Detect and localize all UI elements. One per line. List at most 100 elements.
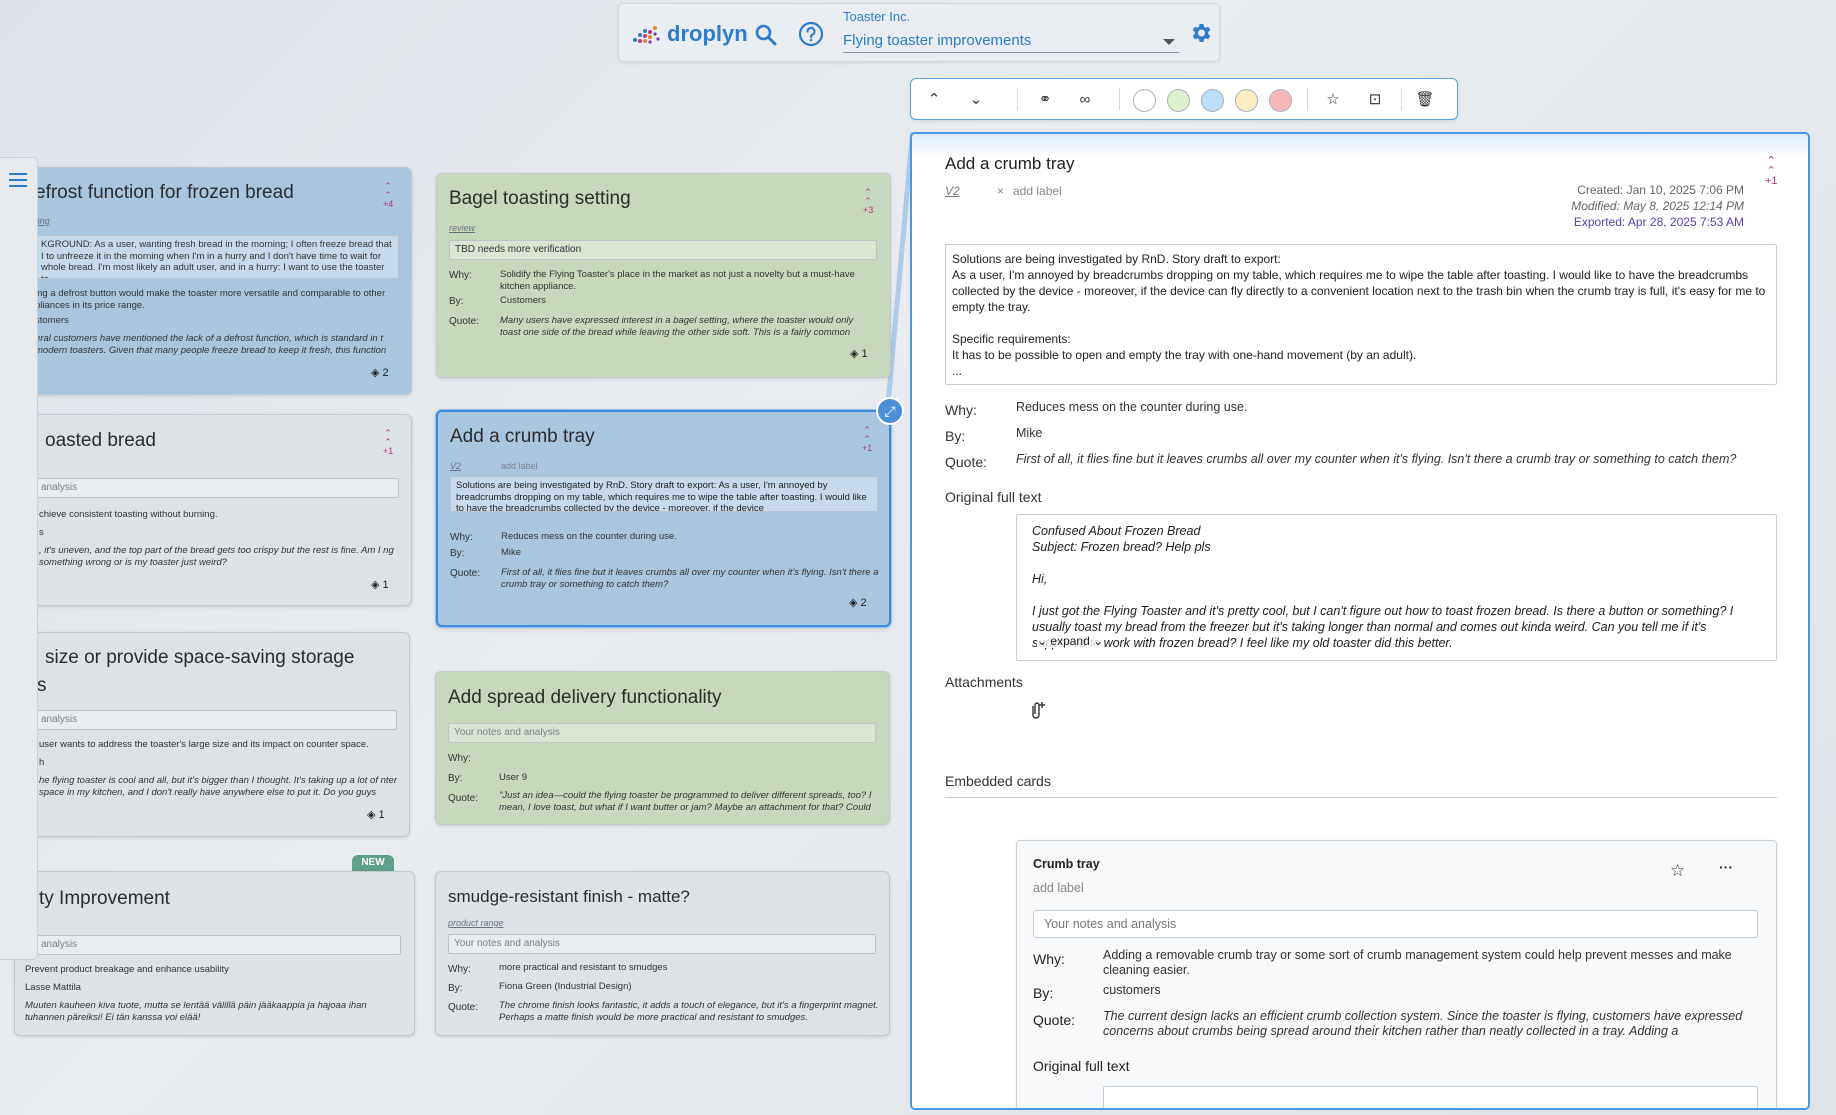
card-by: h (39, 757, 45, 768)
priority-indicator[interactable]: ⌃ ⌃ +1 (1765, 156, 1778, 187)
card-quote: , it's uneven, and the top part of the b… (39, 545, 394, 568)
card-toasted-bread[interactable]: oasted bread ⌃ ⌃ +1 analysis chieve consis… (14, 414, 412, 606)
expand-button[interactable]: ⌄ expand ⌄ (1037, 634, 1104, 648)
move-bottom-icon[interactable]: ⌄ (961, 79, 991, 119)
card-notes[interactable]: analysis (35, 935, 401, 955)
color-swatch-white[interactable] (1133, 89, 1156, 112)
card-label[interactable]: review (449, 223, 475, 233)
card-why: Prevent product breakage and enhance usa… (25, 964, 229, 975)
help-icon[interactable] (798, 21, 824, 47)
card-notes[interactable]: Your notes and analysis (448, 723, 876, 743)
card-label[interactable]: V2 (450, 461, 461, 471)
card-smudge-resistant-finish[interactable]: smudge-resistant finish - matte? product… (435, 871, 890, 1036)
app-name[interactable]: droplyn (667, 21, 748, 47)
card-why: user wants to address the toaster's larg… (39, 739, 369, 750)
card-title: Add a crumb tray (450, 426, 595, 447)
by-value[interactable]: Mike (1016, 426, 1042, 440)
priority-indicator[interactable]: ⌃ ⌃ +1 (862, 426, 872, 453)
add-label-button[interactable]: add label (1033, 881, 1084, 895)
embedded-card[interactable]: Crumb tray add label ☆ ··· Your notes an… (1016, 840, 1777, 1108)
version-label[interactable]: V2 (945, 184, 960, 198)
add-label-button[interactable]: add label (1013, 184, 1062, 198)
card-detail-panel: Add a crumb tray V2 × add label Created:… (910, 132, 1810, 1110)
project-select[interactable]: Flying toaster improvements (843, 29, 1179, 53)
gear-icon[interactable] (1191, 23, 1211, 43)
color-swatch-green[interactable] (1167, 89, 1190, 112)
card-by: Lasse Mattila (25, 982, 81, 993)
by-value[interactable]: customers (1103, 983, 1161, 998)
project-select-value: Flying toaster improvements (843, 32, 1032, 49)
menu-icon[interactable] (9, 173, 27, 187)
card-notes[interactable]: TBD needs more verification (449, 240, 877, 260)
connect-icon[interactable]: ⚭ (1030, 79, 1060, 119)
card-notes[interactable]: Your notes and analysis (448, 934, 876, 954)
stack-count[interactable]: ◈ 1 (371, 578, 389, 591)
search-icon[interactable] (754, 23, 778, 47)
organization-name: Toaster Inc. (843, 9, 911, 24)
layers-icon: ◈ (850, 348, 859, 360)
layers-icon: ◈ (371, 367, 380, 379)
quote-value[interactable]: The current design lacks an efficient cr… (1103, 1009, 1763, 1039)
card-label[interactable]: product range (448, 918, 504, 928)
card-safety-improvement[interactable]: ty Improvement analysis Prevent product … (14, 871, 415, 1036)
more-menu-icon[interactable]: ··· (1719, 859, 1733, 875)
add-label-button[interactable]: add label (501, 461, 538, 471)
why-label: Why: (1033, 951, 1065, 967)
card-notes[interactable]: Solutions are being investigated by RnD.… (450, 476, 878, 512)
priority-indicator[interactable]: ⌃ ⌃ +3 (863, 188, 873, 215)
card-notes[interactable]: analysis (35, 478, 399, 498)
color-swatch-yellow[interactable] (1235, 89, 1258, 112)
card-title: Bagel toasting setting (449, 188, 631, 209)
card-space-saving-storage[interactable]: size or provide space-saving storage s a… (14, 632, 410, 837)
stack-count[interactable]: ◈ 2 (849, 596, 867, 609)
star-icon[interactable]: ☆ (1318, 79, 1348, 119)
archive-icon[interactable]: ⊡ (1360, 79, 1390, 119)
attachments-heading: Attachments (945, 674, 1023, 690)
move-top-icon[interactable]: ⌃ (919, 79, 949, 119)
card-why: ing a defrost button would make the toas… (35, 288, 386, 311)
modified-timestamp: Modified: May 8, 2025 12:14 PM (1571, 199, 1744, 213)
card-defrost-function[interactable]: efrost function for frozen bread ting ⌃ ⌃… (14, 167, 412, 395)
stack-count[interactable]: ◈ 1 (850, 347, 868, 360)
card-toolbar: ⌃ ⌄ ⚭ ∞ ☆ ⊡ 🗑 (910, 78, 1458, 120)
card-spread-delivery[interactable]: Add spread delivery functionality Your n… (435, 671, 890, 825)
priority-indicator[interactable]: ⌃ ⌃ +4 (383, 182, 393, 209)
priority-indicator[interactable]: ⌃ ⌃ +1 (383, 429, 393, 456)
notes-field[interactable]: Solutions are being investigated by RnD.… (945, 244, 1777, 385)
card-notes[interactable]: analysis (35, 710, 397, 730)
why-value[interactable]: Reduces mess on the counter during use. (1016, 400, 1247, 414)
card-by: Fiona Green (Industrial Design) (499, 981, 632, 992)
detail-title[interactable]: Add a crumb tray (945, 154, 1074, 174)
why-label: Why: (449, 270, 472, 281)
remove-label-icon[interactable]: × (997, 184, 1004, 198)
stack-count[interactable]: ◈ 2 (371, 366, 389, 379)
card-why: Solidify the Flying Toaster's place in t… (500, 269, 855, 292)
stack-count[interactable]: ◈ 1 (367, 808, 385, 821)
original-text-box[interactable]: Confused About Frozen Bread Subject: Fro… (1016, 514, 1777, 661)
original-text-box[interactable] (1103, 1086, 1758, 1108)
card-add-crumb-tray[interactable]: Add a crumb tray V2 add label ⌃ ⌃ +1 Solut… (436, 410, 891, 627)
expand-card-icon[interactable]: ⤢ (876, 397, 904, 425)
exported-timestamp: Exported: Apr 28, 2025 7:53 AM (1573, 215, 1744, 229)
why-value[interactable]: Adding a removable crumb tray or some so… (1103, 948, 1763, 978)
add-attachment-icon[interactable] (1027, 699, 1049, 721)
card-quote: The chrome finish looks fantastic, it ad… (499, 1000, 879, 1023)
toolbar-divider (1307, 88, 1308, 110)
card-bagel-toasting[interactable]: Bagel toasting setting review ⌃ ⌃ +3 TBD n… (436, 173, 891, 378)
quote-label: Quote: (450, 568, 481, 579)
link-icon[interactable]: ∞ (1070, 79, 1100, 119)
star-icon[interactable]: ☆ (1670, 861, 1685, 881)
chevron-down-icon (1163, 39, 1175, 45)
quote-value[interactable]: First of all, it flies fine but it leave… (1016, 452, 1736, 466)
embedded-notes-input[interactable]: Your notes and analysis (1033, 910, 1758, 938)
delete-icon[interactable]: 🗑 (1410, 79, 1440, 119)
why-label: Why: (448, 964, 471, 975)
card-title: smudge-resistant finish - matte? (448, 887, 690, 906)
new-badge: NEW (352, 855, 394, 871)
color-swatch-red[interactable] (1269, 89, 1292, 112)
color-swatch-blue[interactable] (1201, 89, 1224, 112)
card-notes[interactable]: KGROUND: As a user, wanting fresh bread … (35, 235, 399, 279)
chevron-down-icon: ⌄ (1037, 634, 1048, 648)
by-label: By: (448, 983, 463, 994)
side-drawer[interactable] (0, 157, 38, 960)
